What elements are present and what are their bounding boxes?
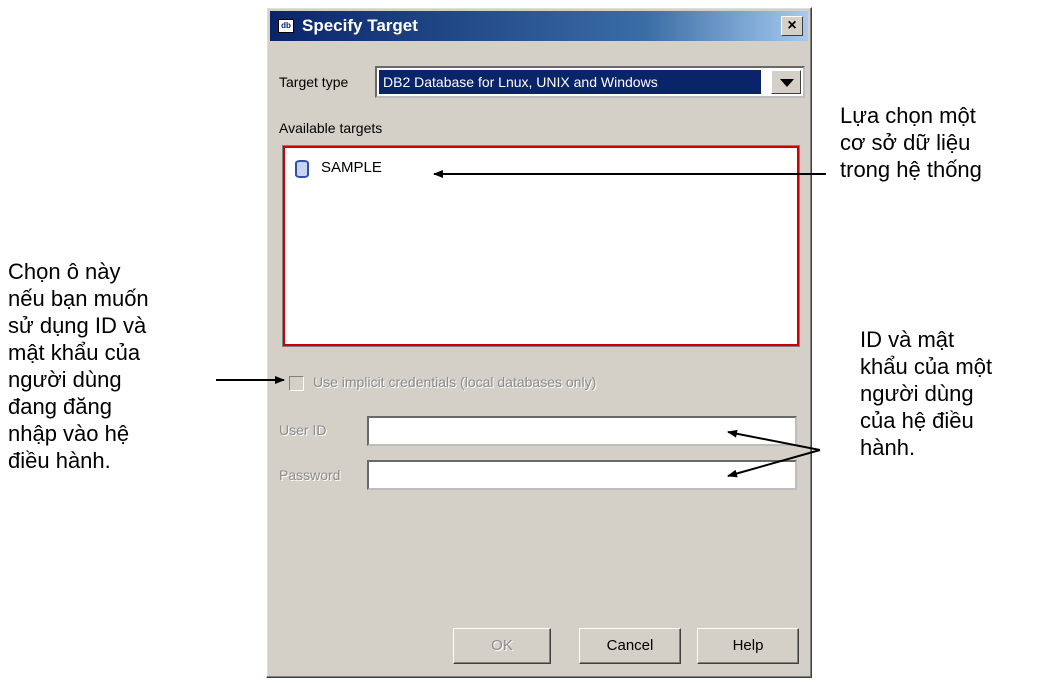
implicit-credentials-label: Use implicit credentials (local database… [313,374,597,390]
close-button[interactable]: × [781,16,803,36]
target-item-label: SAMPLE [321,159,382,176]
available-targets-list[interactable]: SAMPLE [283,146,799,346]
annotation-select-database: Lựa chọn một cơ sở dữ liệu trong hệ thốn… [840,103,982,182]
userid-label: User ID [279,422,327,438]
specify-target-dialog: db Specify Target × Target type DB2 Data… [266,7,812,678]
chevron-down-icon[interactable] [771,70,801,94]
annotation-implicit-credentials: Chọn ô này nếu bạn muốn sử dụng ID và mậ… [8,259,149,473]
app-icon: db [278,19,294,33]
database-icon [295,160,309,178]
ok-button[interactable]: OK [453,628,551,664]
password-label: Password [279,467,341,483]
dialog-title: Specify Target [302,16,418,35]
dialog-title-bar: db Specify Target × [270,11,808,41]
cancel-button[interactable]: Cancel [579,628,681,664]
annotation-user-credentials: ID và mật khẩu của một người dùng của hệ… [860,327,993,460]
implicit-credentials-checkbox[interactable] [289,376,304,391]
help-button[interactable]: Help [697,628,799,664]
userid-field[interactable] [367,416,797,446]
password-field[interactable] [367,460,797,490]
available-targets-label: Available targets [279,120,383,136]
target-type-select[interactable]: DB2 Database for Lnux, UNIX and Windows [375,66,805,98]
target-type-value: DB2 Database for Lnux, UNIX and Windows [379,70,761,94]
target-type-label: Target type [279,74,349,90]
